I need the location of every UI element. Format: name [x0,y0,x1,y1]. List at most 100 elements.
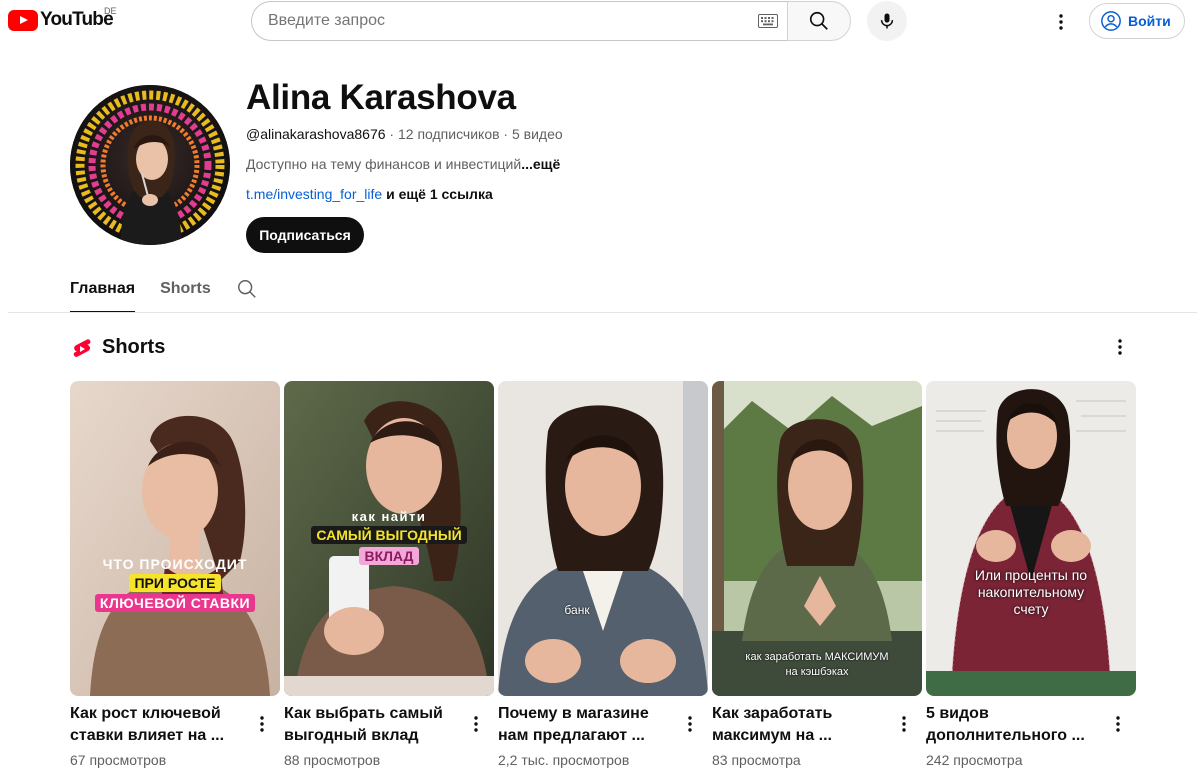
short-card[interactable]: как найти САМЫЙ ВЫГОДНЫЙ ВКЛАД Как выбра… [284,381,494,768]
meta-separator: · [499,126,512,142]
more-vert-icon [1116,716,1120,732]
overlay-text: Или проценты по [974,567,1088,583]
keyboard-icon[interactable] [758,14,778,28]
more-vert-icon [688,716,692,732]
overlay-text: как заработать МАКСИМУМ [745,651,889,663]
country-code: DE [104,6,117,16]
title-line: Как выбрать самый [284,705,443,722]
title-line: Как рост ключевой [70,705,221,722]
short-card[interactable]: банк Почему в магазине нам предлагают ...… [498,381,708,768]
search-icon [809,11,828,30]
channel-avatar[interactable] [70,85,230,245]
avatar-image [70,85,230,245]
more-vert-icon [1118,339,1122,355]
mic-icon [880,13,894,29]
short-menu-button[interactable] [466,712,486,736]
short-menu-button[interactable] [1108,712,1128,736]
overlay-text: счету [1013,601,1049,617]
overlay-text: ПРИ РОСТЕ [70,574,280,593]
short-views: 2,2 тыс. просмотров [498,752,630,768]
short-views: 67 просмотров [70,752,167,768]
channel-link[interactable]: t.me/investing_for_life [246,186,382,202]
short-thumbnail[interactable]: как заработать МАКСИМУМ на кэшбэках [712,381,922,696]
short-views: 242 просмотра [926,752,1023,768]
short-thumbnail[interactable]: банк [498,381,708,696]
thumbnail-image [712,381,922,696]
channel-handle: @alinakarashova8676 [246,126,386,142]
short-card[interactable]: ЧТО ПРОИСХОДИТ ПРИ РОСТЕ КЛЮЧЕВОЙ СТАВКИ… [70,381,280,768]
short-title[interactable]: Как рост ключевой ставки влияет на ... [70,703,250,747]
short-title[interactable]: 5 видов дополнительного ... [926,703,1106,747]
overlay-text: ЧТО ПРОИСХОДИТ [102,556,248,572]
channel-meta: @alinakarashova8676 · 12 подписчиков · 5… [246,126,563,142]
more-vert-icon [902,716,906,732]
sign-in-label: Войти [1128,13,1171,29]
short-title[interactable]: Как выбрать самый выгодный вклад [284,703,464,747]
short-menu-button[interactable] [680,712,700,736]
channel-name: Alina Karashova [246,78,516,117]
masthead: YouTube DE Войти [0,0,1197,42]
youtube-logo[interactable]: YouTube [8,9,114,31]
more-links[interactable]: и ещё 1 ссылка [382,186,493,202]
logo-text: YouTube [40,9,114,30]
short-card[interactable]: Или проценты по накопительному счету 5 в… [926,381,1136,768]
title-line: максимум на ... [712,727,832,744]
overlay-text: ВКЛАД [284,547,494,566]
title-line: нам предлагают ... [498,727,645,744]
title-line: выгодный вклад [284,727,419,744]
short-card[interactable]: как заработать МАКСИМУМ на кэшбэках Как … [712,381,922,768]
overlay-text: банк [564,603,590,617]
description-more[interactable]: ...ещё [521,156,560,172]
more-vert-icon [1059,14,1063,30]
more-vert-icon [260,716,264,732]
short-title[interactable]: Как заработать максимум на ... [712,703,892,747]
title-line: Как заработать [712,705,833,722]
title-line: дополнительного ... [926,727,1085,744]
short-thumbnail[interactable]: как найти САМЫЙ ВЫГОДНЫЙ ВКЛАД [284,381,494,696]
channel-tabs: Главная Shorts [70,270,236,313]
overlay-pill: КЛЮЧЕВОЙ СТАВКИ [94,594,256,612]
channel-links: t.me/investing_for_life и ещё 1 ссылка [246,186,493,202]
short-thumbnail[interactable]: Или проценты по накопительному счету [926,381,1136,696]
title-line: 5 видов [926,705,989,722]
overlay-text: КЛЮЧЕВОЙ СТАВКИ [70,594,280,613]
short-menu-button[interactable] [252,712,272,736]
tabs-divider [8,312,1197,313]
youtube-logo-icon [8,9,38,31]
short-menu-button[interactable] [894,712,914,736]
overlay-pill: САМЫЙ ВЫГОДНЫЙ [311,526,467,544]
description-text: Доступно на тему финансов и инвестиций [246,156,522,172]
overlay-text: САМЫЙ ВЫГОДНЫЙ [284,526,494,545]
thumbnail-image [70,381,280,696]
shorts-icon [73,339,91,357]
short-views: 88 просмотров [284,752,381,768]
channel-description[interactable]: Доступно на тему финансов и инвестиций..… [246,156,560,172]
short-thumbnail[interactable]: ЧТО ПРОИСХОДИТ ПРИ РОСТЕ КЛЮЧЕВОЙ СТАВКИ [70,381,280,696]
tab-home[interactable]: Главная [70,270,136,313]
search-box [251,1,788,41]
settings-menu-button[interactable] [1045,6,1077,38]
overlay-text: на кэшбэках [785,666,849,678]
channel-search-icon[interactable] [236,278,258,300]
overlay-pill: ВКЛАД [359,547,419,565]
more-vert-icon [474,716,478,732]
title-line: ставки влияет на ... [70,727,225,744]
subscriber-count: 12 подписчиков [397,126,500,142]
sign-in-button[interactable]: Войти [1089,3,1185,39]
overlay-text: как найти [351,509,427,524]
shelf-menu-button[interactable] [1108,335,1132,359]
overlay-pill: ПРИ РОСТЕ [129,574,221,592]
account-icon [1101,11,1121,31]
short-title[interactable]: Почему в магазине нам предлагают ... [498,703,678,747]
voice-search-button[interactable] [867,1,907,41]
subscribe-button[interactable]: Подписаться [246,217,364,253]
search-button[interactable] [787,1,851,41]
tab-shorts[interactable]: Shorts [160,270,211,312]
thumbnail-image [498,381,708,696]
video-count: 5 видео [512,126,563,142]
short-views: 83 просмотра [712,752,801,768]
shelf-title: Shorts [102,336,166,358]
thumbnail-image [926,381,1136,696]
search-input[interactable] [268,2,748,40]
title-line: Почему в магазине [498,705,649,722]
